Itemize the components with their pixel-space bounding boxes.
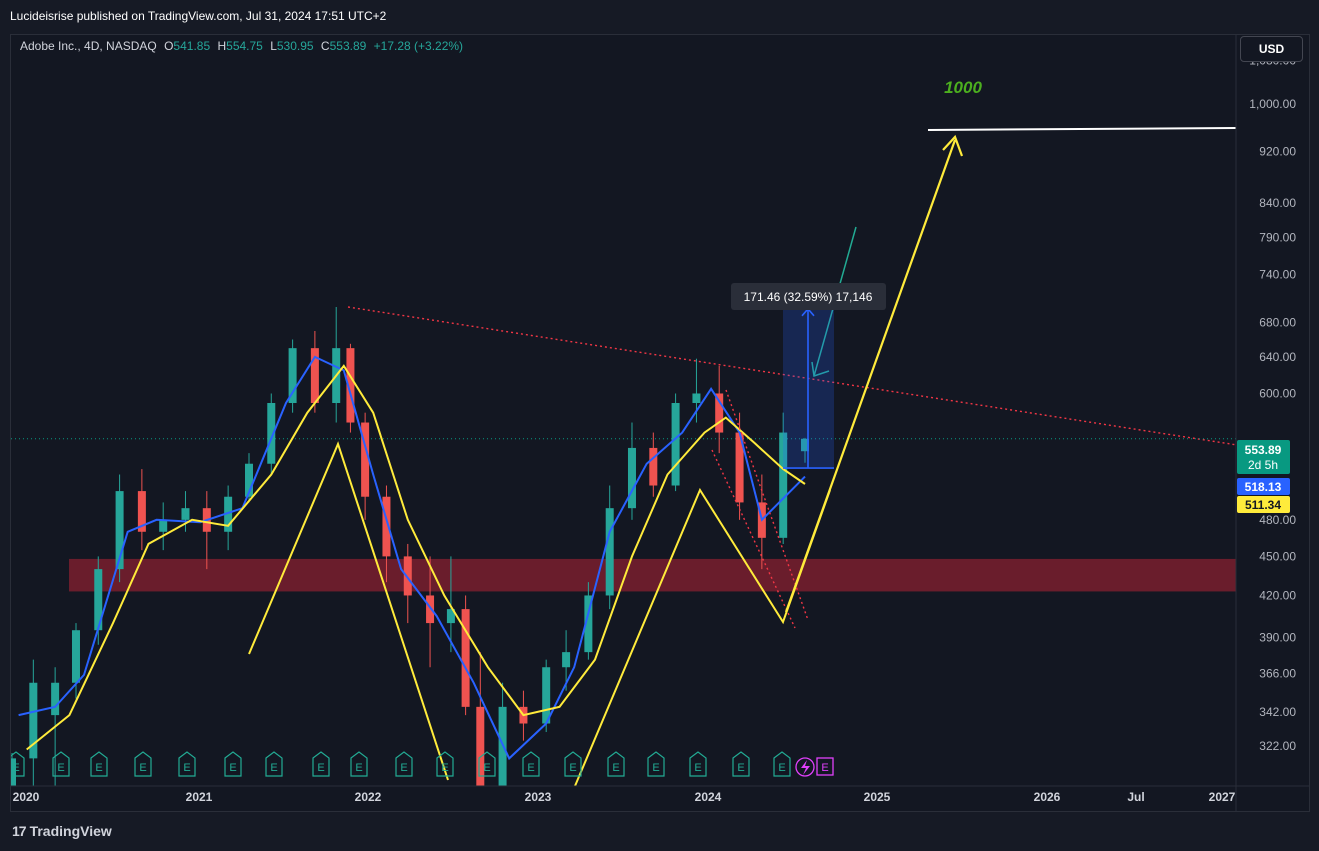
candle-body <box>403 556 412 596</box>
price-axis-tick: 680.00 <box>1259 316 1296 330</box>
price-axis-tick: 390.00 <box>1259 630 1296 644</box>
earnings-marker-label: E <box>270 762 277 774</box>
last-price-label: 553.89 <box>1245 443 1282 457</box>
brand[interactable]: 17 TradingView <box>12 823 112 839</box>
candle-body <box>715 393 724 433</box>
earnings-marker-label: E <box>694 762 701 774</box>
price-axis-tick: 342.00 <box>1259 705 1296 719</box>
time-axis-tick: 2020 <box>13 790 40 804</box>
earnings-marker-label: E <box>57 762 64 774</box>
time-axis-tick: Jul <box>1127 790 1144 804</box>
candle-body <box>542 667 551 724</box>
earnings-marker-label: E <box>400 762 407 774</box>
earnings-marker-label: E <box>229 762 236 774</box>
earnings-marker-label: E <box>95 762 102 774</box>
candle-body <box>288 348 297 403</box>
target-label: 1000 <box>944 78 982 97</box>
lightning-icon <box>801 760 810 775</box>
candle-body <box>476 706 485 786</box>
yellow-ma-label: 511.34 <box>1245 498 1281 512</box>
earnings-marker-label: E <box>527 762 534 774</box>
measure-tooltip-text: 171.46 (32.59%) 17,146 <box>744 290 873 304</box>
candle-body <box>181 508 190 520</box>
earnings-marker-label: E <box>612 762 619 774</box>
blue-ma-label: 518.13 <box>1245 480 1282 494</box>
legend-close-label: C <box>320 39 330 53</box>
symbol-legend: Adobe Inc., 4D, NASDAQ O541.85 H554.75 L… <box>20 39 463 53</box>
candle-body <box>426 595 435 624</box>
upcoming-earnings-label: E <box>821 762 828 774</box>
plot-area[interactable]: EEEEEEEEEEEEEEEEEEEE <box>8 127 1236 835</box>
time-axis-tick: 2022 <box>355 790 382 804</box>
time-axis-tick: 2026 <box>1034 790 1061 804</box>
price-axis-tick: 480.00 <box>1259 513 1296 527</box>
price-axis-tick: 322.00 <box>1259 739 1296 753</box>
brand-name: TradingView <box>29 823 112 839</box>
pattern-line-left <box>248 441 449 781</box>
target-line <box>927 127 1236 131</box>
candle-body <box>692 393 701 403</box>
price-axis-tick: 790.00 <box>1259 231 1296 245</box>
price-axis-tick: 450.00 <box>1259 549 1296 563</box>
legend-change: +17.28 (+3.22%) <box>373 39 464 53</box>
earnings-marker-label: E <box>139 762 146 774</box>
price-axis-tick: 640.00 <box>1259 350 1296 364</box>
candle-body <box>605 508 614 596</box>
earnings-marker-label: E <box>317 762 324 774</box>
price-axis-tick: 420.00 <box>1259 588 1296 602</box>
earnings-marker-label: E <box>183 762 190 774</box>
earnings-marker-label: E <box>12 762 19 774</box>
price-axis-tick: 600.00 <box>1259 386 1296 400</box>
price-axis-tick: 740.00 <box>1259 268 1296 282</box>
price-axis-tick: 920.00 <box>1259 144 1296 158</box>
legend-low: 530.95 <box>276 39 314 53</box>
moving-average-line <box>18 355 806 761</box>
chart-svg[interactable]: EEEEEEEEEEEEEEEEEEEE1,080.001,000.00920.… <box>0 0 1319 851</box>
earnings-marker-label: E <box>778 762 785 774</box>
candle-body <box>461 609 470 707</box>
legend-open: 541.85 <box>173 39 211 53</box>
currency-button[interactable]: USD <box>1240 36 1303 62</box>
candle-body <box>649 447 658 486</box>
candle-body <box>627 447 636 509</box>
price-axis-tick: 366.00 <box>1259 666 1296 680</box>
legend-low-label: L <box>270 39 277 53</box>
price-axis-tick: 1,000.00 <box>1249 97 1296 111</box>
price-axis-tick: 840.00 <box>1259 196 1296 210</box>
support-zone <box>69 558 1236 592</box>
candle-body <box>159 519 168 532</box>
earnings-marker-label: E <box>441 762 448 774</box>
tradingview-logo-icon: 17 <box>12 823 27 839</box>
earnings-marker-label: E <box>355 762 362 774</box>
bottom-bar <box>0 812 1319 851</box>
candle-body <box>71 630 80 683</box>
legend-symbol: Adobe Inc., 4D, NASDAQ <box>20 39 157 53</box>
time-axis-tick: 2021 <box>186 790 213 804</box>
time-axis-tick: 2027 <box>1209 790 1236 804</box>
candle-body <box>671 402 680 486</box>
time-axis-tick: 2023 <box>525 790 552 804</box>
candle-body <box>51 682 60 716</box>
legend-close: 553.89 <box>329 39 367 53</box>
legend-high-label: H <box>217 39 227 53</box>
earnings-marker-label: E <box>652 762 659 774</box>
time-axis-tick: 2025 <box>864 790 891 804</box>
legend-high: 554.75 <box>226 39 263 53</box>
earnings-marker-label: E <box>569 762 576 774</box>
last-price-countdown: 2d 5h <box>1248 458 1278 472</box>
time-axis-tick: 2024 <box>695 790 722 804</box>
candle-body <box>562 652 571 668</box>
earnings-marker-label: E <box>737 762 744 774</box>
earnings-marker-label: E <box>483 762 490 774</box>
